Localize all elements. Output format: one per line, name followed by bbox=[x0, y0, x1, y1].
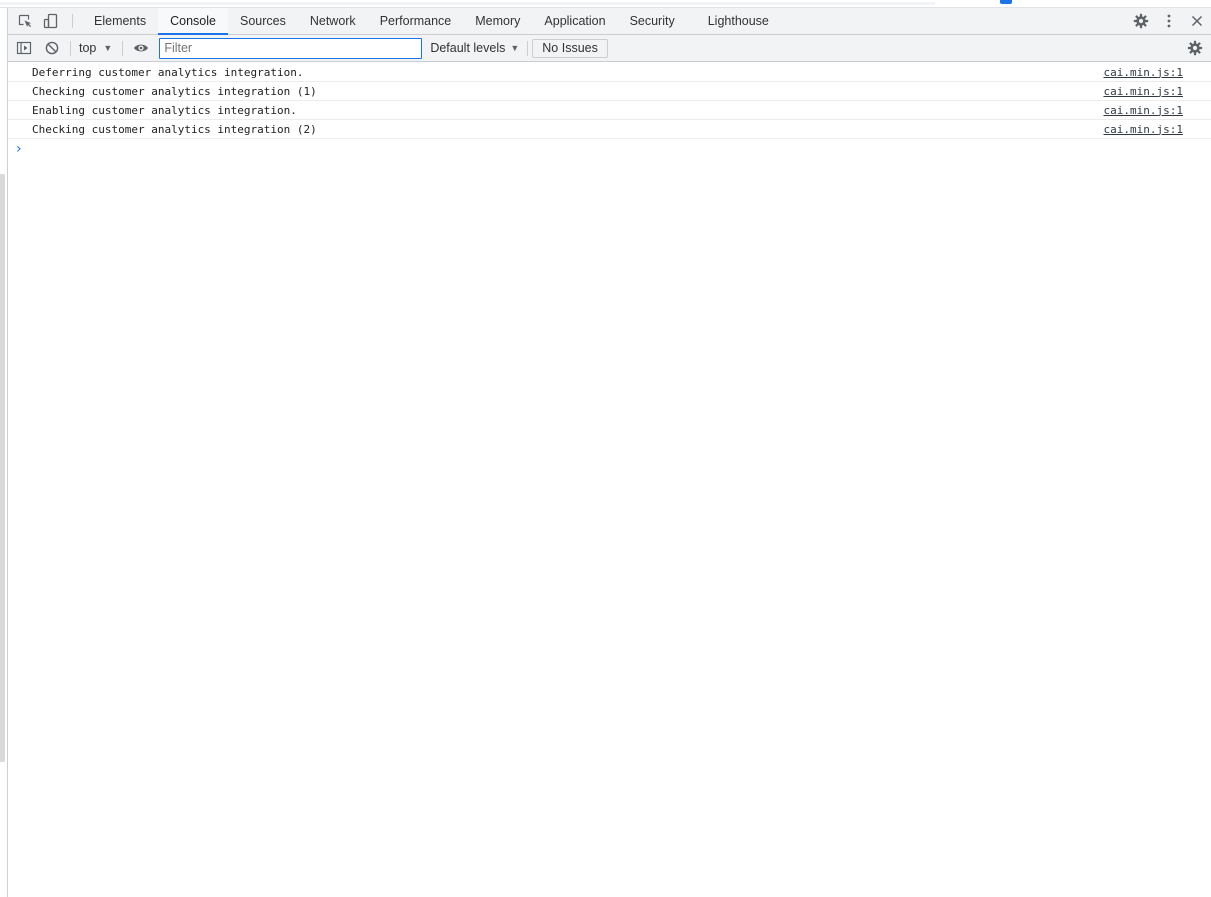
tab-label: Console bbox=[170, 14, 216, 28]
tab-sources[interactable]: Sources bbox=[228, 8, 298, 34]
console-toolbar: top ▼ Default levels ▼ No Issues bbox=[8, 35, 1211, 62]
execution-context-select[interactable]: top ▼ bbox=[75, 37, 118, 59]
tab-lighthouse[interactable]: Lighthouse bbox=[696, 8, 781, 34]
inspect-element-icon bbox=[18, 14, 32, 28]
tab-label: Memory bbox=[475, 14, 521, 28]
toolbar-divider bbox=[527, 40, 529, 56]
kebab-menu-icon bbox=[1167, 14, 1171, 28]
settings-button[interactable] bbox=[1127, 8, 1155, 34]
tabbar-divider bbox=[72, 14, 73, 28]
gear-icon bbox=[1133, 13, 1149, 29]
tab-application[interactable]: Application bbox=[532, 8, 617, 34]
live-expression-button[interactable] bbox=[127, 35, 155, 61]
console-message: Checking customer analytics integration … bbox=[8, 82, 1211, 101]
tab-label: Application bbox=[544, 14, 606, 28]
devtools-panel: Elements Console Sources Network Perform… bbox=[8, 8, 1211, 897]
execution-context-value: top bbox=[79, 41, 97, 55]
console-message: Checking customer analytics integration … bbox=[8, 120, 1211, 139]
log-levels-label: Default levels bbox=[430, 41, 506, 55]
tabbar-actions bbox=[1118, 8, 1211, 34]
console-message-source-link[interactable]: cai.min.js:1 bbox=[1104, 123, 1183, 136]
toolbar-divider bbox=[70, 40, 71, 56]
close-icon bbox=[1191, 15, 1203, 27]
devtools-tabbar: Elements Console Sources Network Perform… bbox=[8, 8, 1211, 35]
more-options-button[interactable] bbox=[1155, 8, 1183, 34]
inspect-element-button[interactable] bbox=[12, 8, 38, 34]
issues-button[interactable]: No Issues bbox=[532, 38, 608, 58]
tabbar-spacer bbox=[781, 8, 1118, 34]
tab-memory[interactable]: Memory bbox=[463, 8, 532, 34]
device-toolbar-icon bbox=[43, 13, 58, 29]
filter-input[interactable] bbox=[159, 37, 423, 59]
close-devtools-button[interactable] bbox=[1183, 8, 1211, 34]
page-strip-line bbox=[0, 2, 935, 5]
sidebar-toggle-icon bbox=[16, 41, 32, 55]
console-settings-button[interactable] bbox=[1181, 35, 1209, 61]
console-message-source-link[interactable]: cai.min.js:1 bbox=[1104, 104, 1183, 117]
tab-elements[interactable]: Elements bbox=[82, 8, 158, 34]
tab-console[interactable]: Console bbox=[158, 8, 228, 35]
device-toolbar-button[interactable] bbox=[38, 8, 64, 34]
page-scrollbar[interactable] bbox=[0, 8, 8, 897]
caret-down-icon: ▼ bbox=[103, 43, 113, 53]
tab-label: Network bbox=[309, 14, 356, 28]
show-sidebar-button[interactable] bbox=[10, 35, 38, 61]
issues-label: No Issues bbox=[542, 41, 598, 55]
page-strip-badge bbox=[1000, 0, 1012, 4]
tab-label: Elements bbox=[94, 14, 147, 28]
clear-console-icon bbox=[45, 41, 59, 55]
eye-icon bbox=[134, 44, 149, 52]
log-levels-dropdown[interactable]: Default levels ▼ bbox=[430, 37, 519, 59]
console-prompt[interactable]: › bbox=[8, 139, 1211, 159]
tab-network[interactable]: Network bbox=[298, 8, 368, 34]
caret-down-icon: ▼ bbox=[510, 43, 520, 53]
tab-performance[interactable]: Performance bbox=[368, 8, 464, 34]
console-message-text: Checking customer analytics integration … bbox=[32, 122, 317, 136]
tab-label: Lighthouse bbox=[707, 14, 769, 28]
gear-icon bbox=[1187, 40, 1203, 56]
console-message: Deferring customer analytics integration… bbox=[8, 63, 1211, 82]
console-message-source-link[interactable]: cai.min.js:1 bbox=[1104, 66, 1183, 79]
tab-label: Performance bbox=[379, 14, 452, 28]
toolbar-divider bbox=[122, 40, 124, 56]
console-message-source-link[interactable]: cai.min.js:1 bbox=[1104, 85, 1183, 98]
console-message: Enabling customer analytics integration.… bbox=[8, 101, 1211, 120]
console-messages: Deferring customer analytics integration… bbox=[8, 63, 1211, 159]
console-message-text: Checking customer analytics integration … bbox=[32, 84, 317, 98]
tab-security[interactable]: Security bbox=[618, 8, 687, 34]
tab-label: Sources bbox=[239, 14, 286, 28]
page-scrollbar-thumb[interactable] bbox=[0, 174, 5, 762]
chevron-right-icon: › bbox=[16, 141, 22, 157]
console-prompt-input[interactable] bbox=[32, 139, 1182, 159]
tab-label: Security bbox=[629, 14, 675, 28]
clear-console-button[interactable] bbox=[38, 35, 66, 61]
console-message-text: Enabling customer analytics integration. bbox=[32, 103, 297, 117]
console-message-text: Deferring customer analytics integration… bbox=[32, 65, 304, 79]
page-top-strip bbox=[0, 0, 1211, 8]
